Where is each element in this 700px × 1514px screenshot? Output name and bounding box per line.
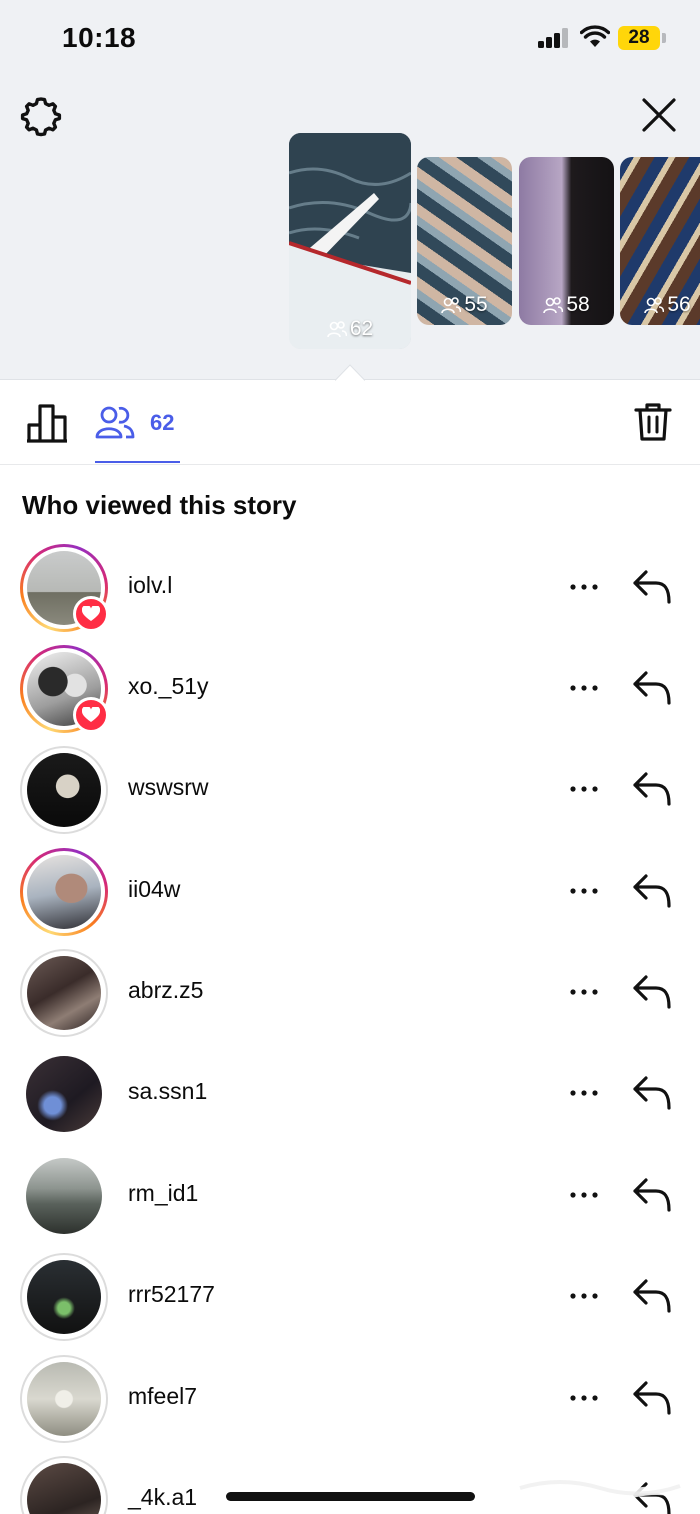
viewer-row[interactable]: iolv.l — [0, 544, 700, 640]
more-icon[interactable] — [566, 673, 602, 703]
avatar-image — [27, 855, 101, 929]
viewer-row[interactable]: mfeel7 — [0, 1355, 700, 1451]
viewers-small-icon — [327, 321, 348, 338]
more-icon[interactable] — [566, 1383, 602, 1413]
reply-icon[interactable] — [632, 669, 672, 707]
viewers-small-icon — [441, 297, 462, 314]
viewer-row[interactable]: abrz.z5 — [0, 949, 700, 1045]
more-icon[interactable] — [566, 977, 602, 1007]
viewer-username[interactable]: wswsrw — [128, 774, 209, 801]
avatar[interactable] — [20, 848, 108, 936]
heart-icon — [82, 606, 100, 621]
reply-icon[interactable] — [632, 973, 672, 1011]
thumbnail-count-value: 62 — [349, 317, 374, 340]
viewer-username[interactable]: rm_id1 — [128, 1180, 198, 1207]
status-bar: 10:18 28 — [0, 0, 700, 76]
viewer-row[interactable]: wswsrw — [0, 746, 700, 842]
cellular-signal-icon — [538, 28, 570, 48]
reply-icon[interactable] — [632, 568, 672, 606]
avatar-image — [27, 753, 101, 827]
viewer-row[interactable]: xo._51y — [0, 645, 700, 741]
section-title: Who viewed this story — [22, 490, 297, 520]
viewers-count: 62 — [150, 410, 175, 435]
viewer-row[interactable]: sa.ssn1 — [0, 1050, 700, 1146]
avatar[interactable] — [20, 949, 108, 1037]
avatar[interactable] — [20, 746, 108, 834]
avatar[interactable] — [20, 1050, 108, 1138]
wifi-icon — [580, 25, 610, 47]
story-thumbnail[interactable]: 58 — [519, 157, 614, 325]
viewer-row[interactable]: rrr52177 — [0, 1253, 700, 1349]
liked-badge — [73, 697, 109, 733]
tab-viewers[interactable]: 62 — [95, 395, 180, 465]
story-thumbnails-header: 10:18 28 62 55 58 56 — [0, 0, 700, 380]
home-indicator — [226, 1492, 475, 1501]
thumbnail-view-count: 56 — [620, 293, 700, 317]
story-thumbnail[interactable]: 56 — [620, 157, 700, 325]
settings-gear-icon[interactable] — [20, 95, 62, 137]
viewer-username[interactable]: abrz.z5 — [128, 977, 203, 1004]
avatar-image — [27, 1362, 101, 1436]
watermark-logo — [503, 1480, 697, 1506]
viewer-username[interactable]: iolv.l — [128, 572, 172, 599]
more-icon[interactable] — [566, 572, 602, 602]
liked-badge — [73, 596, 109, 632]
heart-icon — [82, 707, 100, 722]
thumbnail-view-count: 58 — [519, 293, 614, 317]
active-tab-underline — [95, 461, 180, 463]
viewers-small-icon — [644, 297, 665, 314]
reply-icon[interactable] — [632, 1379, 672, 1417]
avatar[interactable] — [20, 544, 109, 632]
more-icon[interactable] — [566, 774, 602, 804]
viewers-small-icon — [543, 297, 564, 314]
thumbnail-view-count: 62 — [289, 317, 411, 341]
avatar-image — [26, 1056, 102, 1132]
reply-icon[interactable] — [632, 770, 672, 808]
avatar-image — [27, 956, 101, 1030]
reply-icon[interactable] — [632, 872, 672, 910]
selected-thumbnail-pointer — [335, 364, 365, 381]
more-icon[interactable] — [566, 876, 602, 906]
thumbnail-count-value: 55 — [464, 293, 488, 316]
trash-icon[interactable] — [634, 402, 672, 442]
avatar-image — [27, 1260, 101, 1334]
avatar[interactable] — [20, 1456, 108, 1514]
more-icon[interactable] — [566, 1281, 602, 1311]
close-icon[interactable] — [640, 96, 678, 134]
viewer-username[interactable]: mfeel7 — [128, 1383, 197, 1410]
viewer-row[interactable]: ii04w — [0, 848, 700, 944]
avatar[interactable] — [20, 1152, 108, 1240]
reply-icon[interactable] — [632, 1176, 672, 1214]
status-time: 10:18 — [62, 22, 137, 53]
viewer-row[interactable]: rm_id1 — [0, 1152, 700, 1248]
avatar[interactable] — [20, 645, 109, 733]
story-thumbnail-selected[interactable]: 62 — [289, 133, 411, 349]
viewers-people-icon — [95, 406, 135, 439]
avatar[interactable] — [20, 1253, 108, 1341]
thumbnail-count-value: 56 — [667, 293, 691, 316]
reply-icon[interactable] — [632, 1277, 672, 1315]
insights-bar-chart-icon[interactable] — [26, 403, 68, 443]
viewer-username[interactable]: sa.ssn1 — [128, 1078, 207, 1105]
viewer-username[interactable]: ii04w — [128, 876, 180, 903]
battery-tip — [662, 33, 666, 43]
more-icon[interactable] — [566, 1078, 602, 1108]
thumbnail-count-value: 58 — [566, 293, 590, 316]
battery-indicator: 28 — [618, 26, 660, 50]
viewer-username[interactable]: rrr52177 — [128, 1281, 215, 1308]
avatar-image — [26, 1158, 102, 1234]
story-thumbnail[interactable]: 55 — [417, 157, 512, 325]
reply-icon[interactable] — [632, 1074, 672, 1112]
more-icon[interactable] — [566, 1180, 602, 1210]
thumbnail-view-count: 55 — [417, 293, 512, 317]
avatar[interactable] — [20, 1355, 108, 1443]
viewer-username[interactable]: xo._51y — [128, 673, 209, 700]
viewer-username[interactable]: _4k.a1 — [128, 1484, 197, 1511]
